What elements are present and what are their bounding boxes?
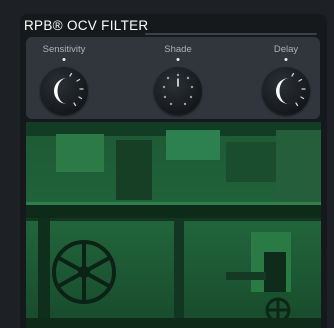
shade-indicator-dot [176,58,180,61]
delay-indicator-dot [284,58,288,61]
shade-knob[interactable] [154,67,202,115]
pipe-valve-image [26,122,321,328]
sensitivity-label: Sensitivity [42,44,86,55]
camera-preview [26,122,321,328]
shade-label: Shade [164,44,192,55]
shade-dial-icon [162,73,194,106]
delay-knob[interactable] [262,67,310,115]
delay-label: Delay [273,44,299,55]
sensitivity-indicator-dot [62,58,66,61]
crescent-moon-icon [54,72,84,107]
panel-title: RPB® OCV FILTER [24,18,149,33]
crescent-moon-icon [276,72,306,107]
sensitivity-knob[interactable] [40,67,88,115]
title-divider [145,33,317,35]
